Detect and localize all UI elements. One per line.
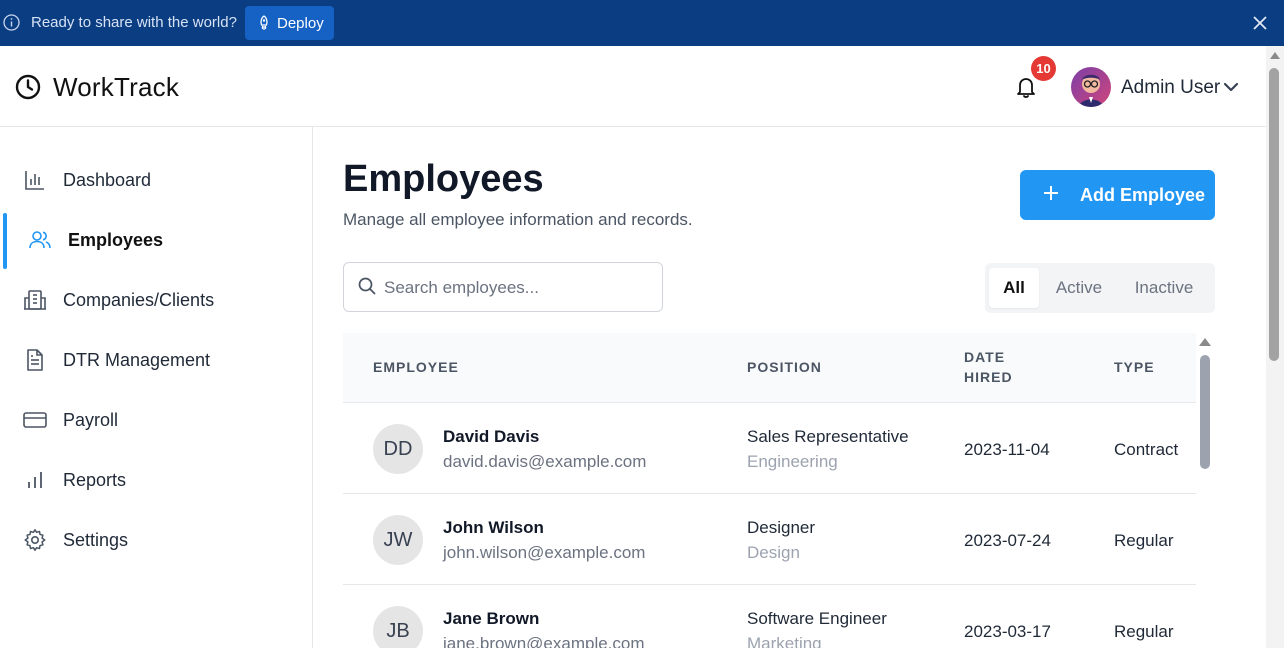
employee-name: John Wilson <box>443 518 544 537</box>
rocket-icon <box>260 15 268 30</box>
deploy-button[interactable]: Deploy <box>245 6 334 40</box>
table-row[interactable]: JW John Wilson john.wilson@example.com D… <box>343 494 1196 585</box>
employee-date-hired: 2023-11-04 <box>964 440 1050 459</box>
filter-all[interactable]: All <box>989 268 1039 308</box>
filter-active[interactable]: Active <box>1043 268 1115 308</box>
search-icon <box>358 277 376 295</box>
reports-icon <box>28 472 42 488</box>
table-row[interactable]: JB Jane Brown jane.brown@example.com Sof… <box>343 585 1196 648</box>
employee-department: Marketing <box>747 634 822 648</box>
active-indicator <box>3 213 7 269</box>
employee-name: David Davis <box>443 427 540 446</box>
bar-chart-icon <box>25 171 44 190</box>
scroll-up-arrow-icon[interactable] <box>1199 338 1211 346</box>
banner-message: Ready to share with the world? <box>31 14 237 31</box>
bell-icon[interactable] <box>1015 75 1037 99</box>
clock-icon <box>15 74 41 100</box>
employee-date-hired: 2023-07-24 <box>964 531 1051 550</box>
chevron-down-icon[interactable] <box>1223 81 1239 93</box>
credit-card-icon <box>23 412 47 428</box>
search-box <box>343 262 663 312</box>
sidebar-item-employees[interactable]: Employees <box>0 213 312 269</box>
column-header-date-hired-line2[interactable]: HIRED <box>964 367 1013 387</box>
deploy-label: Deploy <box>277 14 324 32</box>
close-icon[interactable] <box>1251 14 1269 32</box>
employee-position: Sales Representative <box>747 427 909 446</box>
employee-initials-avatar: JW <box>373 515 423 565</box>
employees-table: EMPLOYEE POSITION DATE HIRED TYPE DD Dav… <box>343 333 1215 648</box>
filter-inactive[interactable]: Inactive <box>1121 268 1207 308</box>
employee-position: Designer <box>747 518 816 537</box>
scroll-up-arrow-icon[interactable] <box>1270 52 1280 59</box>
sidebar-item-label: Dashboard <box>63 169 152 190</box>
users-icon <box>29 231 51 249</box>
add-employee-button[interactable]: Add Employee <box>1020 170 1215 220</box>
employee-email: john.wilson@example.com <box>443 543 646 562</box>
column-header-date-hired-line1[interactable]: DATE <box>964 347 1005 367</box>
deploy-banner: Ready to share with the world? Deploy <box>0 0 1284 46</box>
column-header-position[interactable]: POSITION <box>747 357 822 377</box>
add-employee-label: Add Employee <box>1080 185 1206 205</box>
avatar[interactable] <box>1071 67 1111 107</box>
user-avatar-image <box>1071 67 1111 107</box>
column-header-employee[interactable]: EMPLOYEE <box>373 357 459 377</box>
column-header-type[interactable]: TYPE <box>1114 357 1155 377</box>
employee-department: Design <box>747 543 800 562</box>
info-icon <box>3 14 20 31</box>
employee-type: Regular <box>1114 622 1174 641</box>
employee-date-hired: 2023-03-17 <box>964 622 1051 641</box>
search-input[interactable] <box>384 275 654 301</box>
page-title: Employees <box>343 158 544 200</box>
scroll-thumb[interactable] <box>1200 355 1210 469</box>
employee-email: jane.brown@example.com <box>443 634 645 648</box>
page-subtitle: Manage all employee information and reco… <box>343 210 693 229</box>
sidebar-item-reports[interactable]: Reports <box>0 453 312 507</box>
user-name[interactable]: Admin User <box>1121 77 1220 99</box>
building-icon <box>24 290 46 310</box>
employee-initials-avatar: JB <box>373 606 423 648</box>
sidebar-item-settings[interactable]: Settings <box>0 513 312 567</box>
sidebar-item-dashboard[interactable]: Dashboard <box>0 153 312 207</box>
sidebar-item-payroll[interactable]: Payroll <box>0 393 312 447</box>
gear-icon <box>24 529 46 551</box>
sidebar-item-dtr-management[interactable]: DTR Management <box>0 333 312 387</box>
table-scrollbar[interactable] <box>1196 333 1215 648</box>
employee-name: Jane Brown <box>443 609 540 628</box>
employee-type: Contract <box>1114 440 1179 459</box>
sidebar-item-label: Companies/Clients <box>63 289 215 310</box>
sidebar-item-companies-clients[interactable]: Companies/Clients <box>0 273 312 327</box>
sidebar-item-label: Reports <box>63 469 127 490</box>
employee-type: Regular <box>1114 531 1174 550</box>
sidebar-item-label: Settings <box>63 529 129 550</box>
sidebar-item-label: Employees <box>68 229 164 250</box>
sidebar-item-label: Payroll <box>63 409 119 430</box>
status-filter: All Active Inactive <box>985 263 1215 313</box>
app-header: WorkTrack 10 Admin User <box>0 46 1266 127</box>
table-row[interactable]: DD David Davis david.davis@example.com S… <box>343 403 1196 494</box>
notification-badge: 10 <box>1031 56 1056 81</box>
app-name: WorkTrack <box>53 72 180 102</box>
employee-position: Software Engineer <box>747 609 887 628</box>
sidebar-item-label: DTR Management <box>63 349 211 370</box>
page-scrollbar[interactable] <box>1266 46 1284 648</box>
scroll-thumb[interactable] <box>1269 68 1279 361</box>
document-icon <box>27 349 43 371</box>
employee-department: Engineering <box>747 452 838 471</box>
plus-icon <box>1044 186 1058 200</box>
sidebar: Dashboard Employees Companies/Clients DT… <box>0 127 313 648</box>
employee-email: david.davis@example.com <box>443 452 647 471</box>
employee-initials-avatar: DD <box>373 424 423 474</box>
table-header: EMPLOYEE POSITION DATE HIRED TYPE <box>343 333 1196 403</box>
